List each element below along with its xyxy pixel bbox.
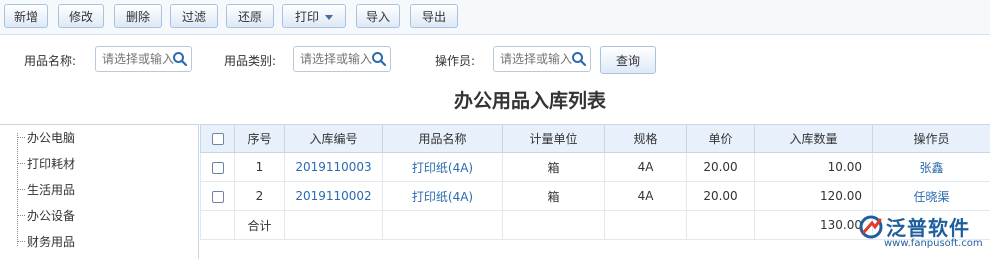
price-cell: 20.00	[687, 182, 755, 211]
code-link[interactable]: 2019110002	[285, 182, 383, 211]
select-all-checkbox[interactable]	[212, 133, 224, 145]
tree-item-office-equipment[interactable]: 办公设备	[17, 207, 75, 224]
item-name-input[interactable]	[96, 47, 180, 71]
empty-cell	[687, 211, 755, 240]
filter-bar: 用品名称: 用品类别: 操作员:	[0, 36, 990, 82]
empty-cell	[503, 211, 605, 240]
row-checkbox[interactable]	[212, 162, 224, 174]
search-icon[interactable]	[571, 51, 587, 67]
qty-cell: 10.00	[755, 153, 873, 182]
total-qty: 130.00	[755, 211, 873, 240]
logo-icon	[858, 214, 884, 240]
operator-field[interactable]	[493, 46, 591, 72]
spec-cell: 4A	[605, 153, 687, 182]
table-row[interactable]: 1 2019110003 打印纸(4A) 箱 4A 20.00 10.00 张鑫	[201, 153, 990, 182]
print-button-label: 打印	[295, 10, 319, 24]
item-name-label: 用品名称:	[24, 52, 76, 69]
unit-cell: 箱	[503, 182, 605, 211]
item-name-link[interactable]: 打印纸(4A)	[383, 153, 503, 182]
column-header: 计量单位	[503, 125, 605, 153]
empty-cell	[383, 211, 503, 240]
query-button[interactable]: 查询	[600, 46, 656, 74]
select-all-cell[interactable]	[201, 125, 235, 153]
edit-button[interactable]: 修改	[58, 4, 104, 28]
search-icon[interactable]	[172, 51, 188, 67]
empty-cell	[201, 211, 235, 240]
column-header: 入库编号	[285, 125, 383, 153]
operator-input[interactable]	[494, 47, 578, 71]
tree-item-office-computer[interactable]: 办公电脑	[17, 129, 75, 146]
chevron-down-icon	[325, 15, 333, 20]
delete-button[interactable]: 删除	[114, 4, 162, 28]
tree-item-printing-supplies[interactable]: 打印耗材	[17, 155, 75, 172]
watermark-logo: 泛普软件 www.fanpusoft.com	[858, 210, 990, 258]
unit-cell: 箱	[503, 153, 605, 182]
spec-cell: 4A	[605, 182, 687, 211]
item-category-field[interactable]	[293, 46, 391, 72]
category-tree: 办公电脑 打印耗材 生活用品 办公设备 财务用品	[0, 124, 199, 259]
filter-button[interactable]: 过滤	[170, 4, 218, 28]
item-name-field[interactable]	[95, 46, 192, 72]
item-category-input[interactable]	[294, 47, 378, 71]
empty-cell	[605, 211, 687, 240]
add-button[interactable]: 新增	[4, 4, 48, 28]
restore-button[interactable]: 还原	[226, 4, 274, 28]
search-icon[interactable]	[371, 51, 387, 67]
row-select-cell[interactable]	[201, 182, 235, 211]
seq-cell: 1	[235, 153, 285, 182]
page-title: 办公用品入库列表	[0, 86, 990, 113]
operator-label: 操作员:	[435, 52, 475, 69]
operator-link[interactable]: 张鑫	[873, 153, 990, 182]
column-header: 入库数量	[755, 125, 873, 153]
logo-url: www.fanpusoft.com	[884, 238, 983, 249]
column-header: 用品名称	[383, 125, 503, 153]
logo-name: 泛普软件	[886, 212, 970, 241]
column-header: 序号	[235, 125, 285, 153]
table-row[interactable]: 2 2019110002 打印纸(4A) 箱 4A 20.00 120.00 任…	[201, 182, 990, 211]
qty-cell: 120.00	[755, 182, 873, 211]
item-name-link[interactable]: 打印纸(4A)	[383, 182, 503, 211]
export-button[interactable]: 导出	[410, 4, 458, 28]
seq-cell: 2	[235, 182, 285, 211]
empty-cell	[285, 211, 383, 240]
price-cell: 20.00	[687, 153, 755, 182]
table-header: 序号 入库编号 用品名称 计量单位 规格 单价 入库数量 操作员	[201, 125, 990, 153]
row-select-cell[interactable]	[201, 153, 235, 182]
tree-item-finance-supplies[interactable]: 财务用品	[17, 233, 75, 250]
code-link[interactable]: 2019110003	[285, 153, 383, 182]
toolbar: 新增 修改 删除 过滤 还原 打印 导入 导出	[0, 0, 990, 35]
operator-link[interactable]: 任晓渠	[873, 182, 990, 211]
import-button[interactable]: 导入	[356, 4, 400, 28]
row-checkbox[interactable]	[212, 191, 224, 203]
column-header: 规格	[605, 125, 687, 153]
item-category-label: 用品类别:	[224, 52, 276, 69]
column-header: 单价	[687, 125, 755, 153]
print-button[interactable]: 打印	[282, 4, 346, 28]
column-header: 操作员	[873, 125, 990, 153]
total-label: 合计	[235, 211, 285, 240]
tree-item-daily-supplies[interactable]: 生活用品	[17, 181, 75, 198]
